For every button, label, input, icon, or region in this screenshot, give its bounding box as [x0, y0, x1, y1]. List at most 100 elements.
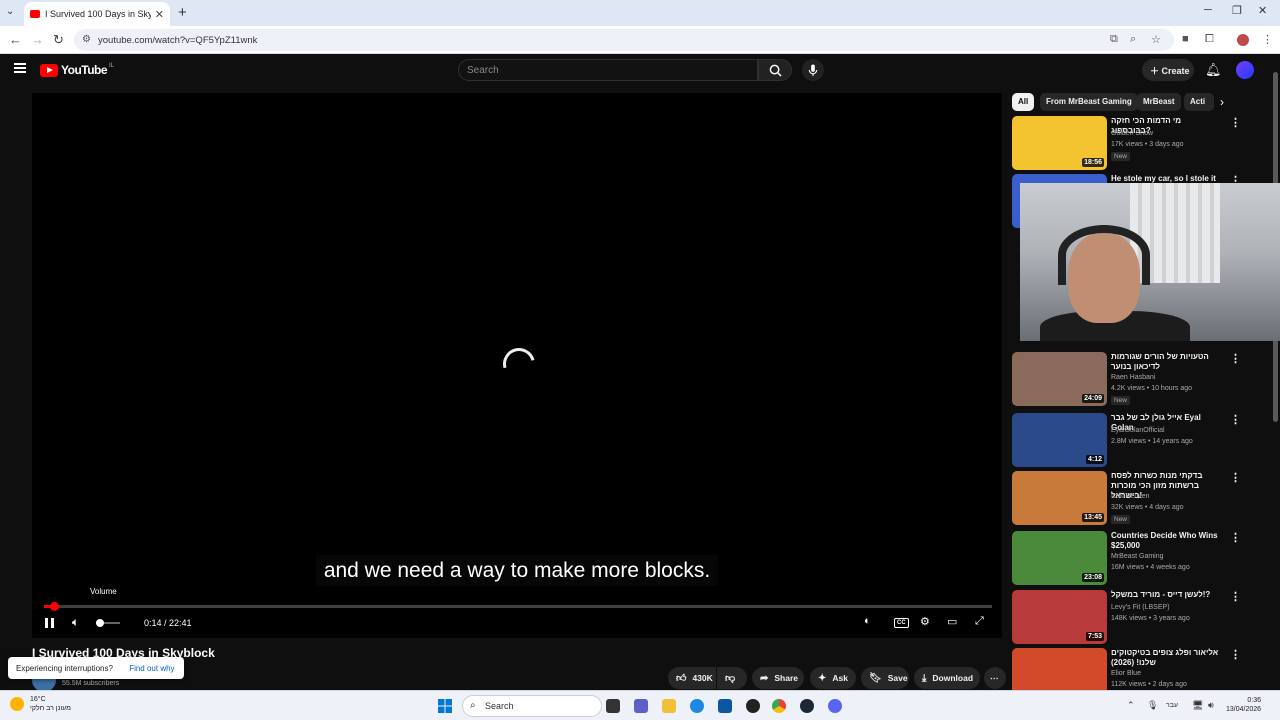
- like-button[interactable]: 👍︎ 430K: [668, 667, 716, 689]
- close-tab-icon[interactable]: ✕: [155, 8, 164, 21]
- video-thumbnail[interactable]: 23:08: [1012, 531, 1107, 585]
- chips-next-chevron-icon[interactable]: ›: [1220, 95, 1224, 109]
- chrome-icon[interactable]: [772, 699, 786, 713]
- extension-icon[interactable]: ■: [1182, 33, 1189, 45]
- volume-icon[interactable]: 🔈︎: [72, 615, 79, 630]
- more-actions-button[interactable]: ⋯: [984, 667, 1006, 689]
- theater-mode-icon[interactable]: ▭: [947, 615, 957, 628]
- volume-knob[interactable]: [95, 619, 104, 627]
- channel-name[interactable]: Raen Hasbani: [1111, 374, 1155, 381]
- language-indicator[interactable]: עבר: [1166, 702, 1178, 709]
- chip-from-mrbeast-gaming[interactable]: From MrBeast Gaming: [1040, 93, 1138, 111]
- install-icon[interactable]: ⧉: [1110, 33, 1118, 46]
- video-player[interactable]: and we need a way to make more blocks. V…: [32, 93, 1002, 638]
- profile-avatar[interactable]: [1237, 34, 1249, 46]
- weather-widget[interactable]: 16°C מעונן רב חלקי: [30, 695, 71, 713]
- recommendation-card[interactable]: 7:53 לעשן דייס - מוריד במשקל!? Levy's Fit …: [1012, 590, 1252, 644]
- tray-chevron-icon[interactable]: ⌃: [1127, 700, 1135, 711]
- channel-name[interactable]: MrBeast Gaming: [1111, 553, 1164, 560]
- subtitles-cc-icon[interactable]: CC: [894, 618, 909, 628]
- extensions-puzzle-icon[interactable]: ⧠: [1205, 33, 1214, 46]
- video-thumbnail[interactable]: 24:09: [1012, 352, 1107, 406]
- progress-scrubber[interactable]: [49, 602, 59, 611]
- speaker-icon[interactable]: 🔊︎: [1208, 700, 1214, 711]
- more-options-icon[interactable]: ⋮: [1230, 648, 1241, 661]
- save-button[interactable]: 🔖︎ Save: [861, 667, 909, 689]
- chip-action[interactable]: Acti: [1184, 93, 1214, 111]
- tab-list-icon[interactable]: ⌄: [6, 6, 14, 17]
- find-out-why-link[interactable]: Find out why: [129, 664, 174, 673]
- channel-name[interactable]: Levy's Fit (LBSEP): [1111, 604, 1170, 611]
- recommendation-title[interactable]: לעשן דייס - מוריד במשקל!?: [1111, 590, 1221, 600]
- channel-name[interactable]: Elior Blue: [1111, 670, 1141, 677]
- taskbar-clock[interactable]: 0:36 13/04/2026: [1226, 696, 1261, 714]
- search-button[interactable]: [758, 59, 792, 81]
- browser-tab[interactable]: I Survived 100 Days in Skyblock ✕: [24, 2, 170, 26]
- taskbar-search[interactable]: ⌕ Search: [462, 695, 602, 717]
- more-options-icon[interactable]: ⋮: [1230, 531, 1241, 544]
- channel-name[interactable]: EyalGolanOfficial: [1111, 427, 1165, 434]
- recommendation-card[interactable]: 18:56 מי הדמות הכי חזקה בבובספוג? Golden S…: [1012, 116, 1252, 170]
- recommendation-title[interactable]: אליאור ופלג צופים בטיקטוקים שלנו! (2026): [1111, 648, 1221, 668]
- windows-start-icon[interactable]: [438, 699, 452, 713]
- dislike-button[interactable]: 👎︎: [717, 667, 747, 689]
- recommendation-card[interactable]: 24:09 הטעויות של הורים שגורמות לדיכאון בנ…: [1012, 352, 1252, 406]
- voice-search-button[interactable]: [802, 59, 824, 81]
- tray-mic-icon[interactable]: 🎙︎: [1147, 700, 1158, 711]
- share-button[interactable]: ➦ Share: [752, 667, 804, 689]
- chip-mrbeast[interactable]: MrBeast: [1137, 93, 1181, 111]
- bookmark-star-icon[interactable]: ☆: [1151, 33, 1161, 46]
- recommendation-title[interactable]: Countries Decide Who Wins $25,000: [1111, 531, 1221, 551]
- minimize-icon[interactable]: ─: [1204, 4, 1212, 16]
- store-icon[interactable]: [718, 699, 732, 713]
- teams-icon[interactable]: [634, 699, 648, 713]
- pause-button[interactable]: [45, 618, 54, 628]
- more-options-icon[interactable]: ⋮: [1230, 471, 1241, 484]
- create-button[interactable]: ＋ Create: [1142, 59, 1194, 81]
- settings-gear-icon[interactable]: ⚙: [920, 615, 930, 628]
- forward-icon[interactable]: →: [31, 32, 44, 47]
- network-icon[interactable]: 🖥︎: [1192, 700, 1203, 711]
- hamburger-menu-icon[interactable]: [14, 63, 26, 73]
- account-avatar[interactable]: [1236, 61, 1254, 79]
- more-options-icon[interactable]: ⋮: [1230, 352, 1241, 365]
- page-scrollbar[interactable]: [1271, 54, 1280, 690]
- fullscreen-icon[interactable]: ⤢: [975, 615, 984, 628]
- download-button[interactable]: ⤓ Download: [914, 667, 980, 689]
- file-explorer-icon[interactable]: [662, 699, 676, 713]
- back-icon[interactable]: ←: [9, 32, 22, 47]
- channel-name[interactable]: Golden Show: [1111, 130, 1153, 137]
- progress-bar[interactable]: [44, 602, 992, 611]
- search-input[interactable]: Search: [458, 59, 758, 81]
- new-tab-icon[interactable]: +: [178, 4, 187, 21]
- ask-button[interactable]: ✦ Ask: [810, 667, 856, 689]
- recommendation-card[interactable]: 13:45 בדקתי מנות כשרות לפסח ברשתות מזון ה…: [1012, 471, 1252, 525]
- edge-icon[interactable]: [690, 699, 704, 713]
- reload-icon[interactable]: ↻: [53, 32, 64, 48]
- discord-icon[interactable]: [828, 699, 842, 713]
- site-info-icon[interactable]: ⚙: [82, 34, 91, 45]
- more-options-icon[interactable]: ⋮: [1230, 116, 1241, 129]
- autoplay-toggle-icon[interactable]: ◐: [864, 615, 871, 627]
- browser-menu-icon[interactable]: ⋮: [1262, 33, 1273, 46]
- weather-icon[interactable]: [10, 697, 24, 711]
- recommendation-title[interactable]: הטעויות של הורים שגורמות לדיכאון בנוער: [1111, 352, 1221, 372]
- recommendation-card[interactable]: 4:12 אייל גולן לב של גבר Eyal Golan EyalGo…: [1012, 413, 1252, 467]
- channel-name[interactable]: Itzik Reuven: [1111, 493, 1150, 500]
- video-thumbnail[interactable]: 7:53: [1012, 590, 1107, 644]
- video-thumbnail[interactable]: 4:12: [1012, 413, 1107, 467]
- close-window-icon[interactable]: ✕: [1258, 4, 1267, 17]
- video-thumbnail[interactable]: 18:56: [1012, 116, 1107, 170]
- more-options-icon[interactable]: ⋮: [1230, 590, 1241, 603]
- video-thumbnail[interactable]: 13:45: [1012, 471, 1107, 525]
- chip-all[interactable]: All: [1012, 93, 1035, 111]
- youtube-logo[interactable]: YouTube IL: [40, 63, 114, 77]
- recommendation-card[interactable]: 23:08 Countries Decide Who Wins $25,000 Mr…: [1012, 531, 1252, 585]
- url-bar[interactable]: ⚙ youtube.com/watch?v=QF5YpZ11wnk: [74, 29, 1174, 51]
- task-view-icon[interactable]: [606, 699, 620, 713]
- app-icon[interactable]: [746, 699, 760, 713]
- maximize-icon[interactable]: ❐: [1232, 4, 1242, 17]
- more-options-icon[interactable]: ⋮: [1230, 413, 1241, 426]
- zoom-icon[interactable]: ⌕: [1130, 33, 1136, 46]
- notifications-bell-icon[interactable]: 🔔︎: [1205, 62, 1222, 78]
